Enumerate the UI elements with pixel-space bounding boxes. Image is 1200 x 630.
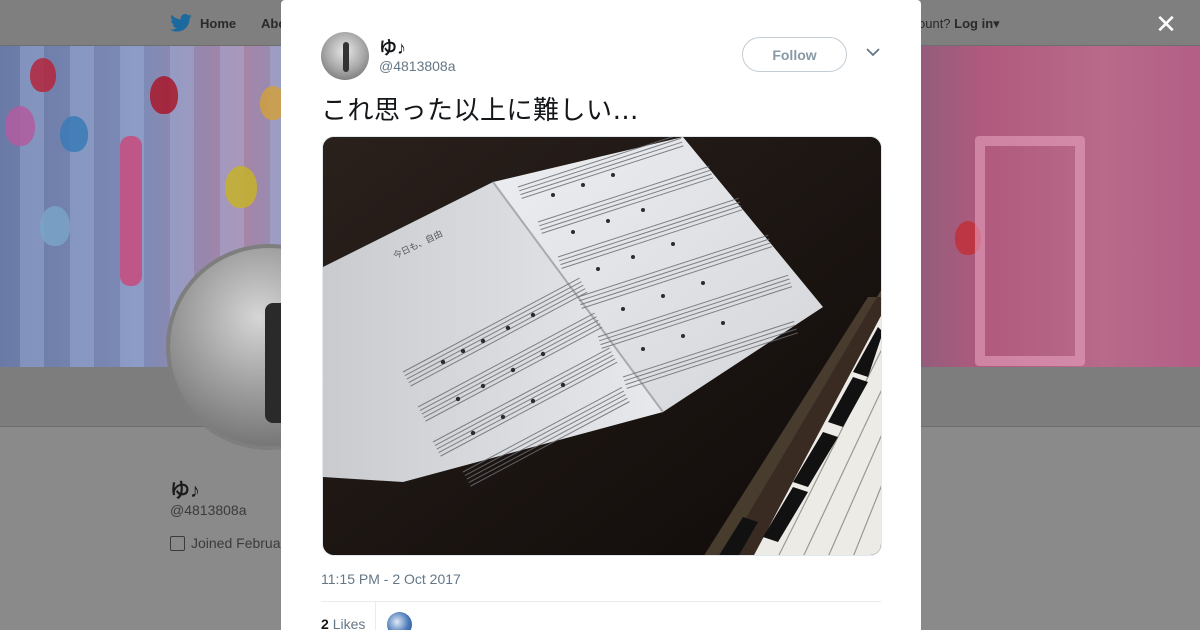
author-name[interactable]: ゆ♪ (379, 34, 406, 60)
likes-stat[interactable]: 2 Likes (321, 616, 365, 630)
profile-joined: Joined Februa (170, 535, 281, 551)
tweet-text: これ思った以上に難しい… (321, 96, 640, 126)
tweet-photo[interactable]: 今日も、自由 (322, 136, 882, 556)
caret-down-icon: ▾ (993, 16, 1000, 31)
tweet-modal: ゆ♪ @4813808a Follow これ思った以上に難しい… 今日も、自由 … (281, 0, 921, 630)
chevron-down-icon[interactable] (865, 44, 881, 64)
likes-label: Likes (332, 616, 366, 630)
login-link[interactable]: Log in▾ (954, 16, 1000, 31)
profile-handle: @4813808a (170, 502, 247, 518)
stats-vertical-divider (375, 602, 376, 630)
nav-home-label: Home (200, 15, 237, 31)
profile-joined-text: Joined Februa (191, 535, 281, 551)
liker-avatar[interactable] (387, 612, 412, 630)
login-label: Log in (954, 16, 994, 31)
author-handle[interactable]: @4813808a (379, 58, 456, 74)
close-icon[interactable]: ✕ (1152, 10, 1180, 38)
author-avatar[interactable] (321, 32, 369, 80)
stats-divider (321, 601, 881, 602)
twitter-bird-icon (170, 14, 192, 32)
calendar-icon (170, 535, 185, 551)
tweet-timestamp[interactable]: 11:15 PM - 2 Oct 2017 (321, 571, 461, 587)
profile-name: ゆ♪ (170, 480, 200, 502)
nav-home-link[interactable]: Home (170, 14, 236, 32)
likes-count: 2 (321, 616, 329, 630)
follow-button[interactable]: Follow (742, 37, 847, 72)
